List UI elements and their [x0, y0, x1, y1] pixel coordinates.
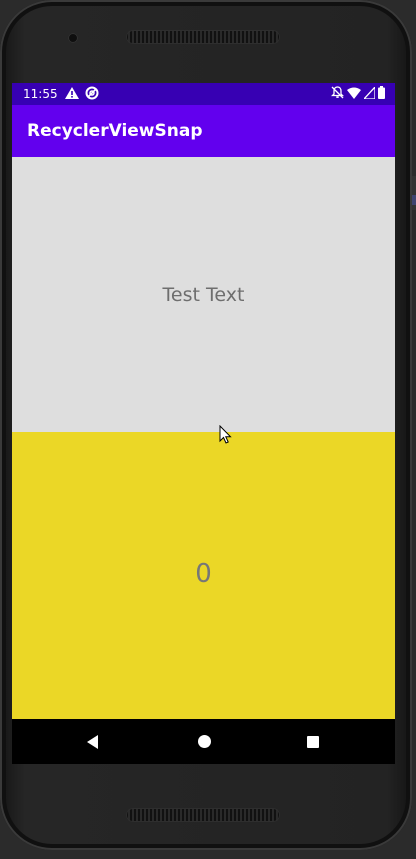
recents-button[interactable]: [283, 719, 343, 764]
wifi-icon: [347, 87, 361, 102]
app-bar: RecyclerViewSnap: [12, 105, 395, 157]
back-button[interactable]: [62, 719, 122, 764]
app-title: RecyclerViewSnap: [27, 121, 203, 141]
mouse-cursor-icon: [219, 424, 233, 445]
list-item[interactable]: Test Text: [12, 157, 395, 432]
phone-frame: 11:55 RecyclerViewSnap Test Text 0: [0, 0, 412, 850]
top-speaker-grille: [126, 30, 280, 44]
navigation-bar: [12, 719, 395, 764]
list-item[interactable]: 0: [12, 432, 395, 719]
signal-icon: [362, 84, 376, 102]
status-bar: 11:55: [12, 83, 395, 105]
list-item-text: Test Text: [162, 284, 245, 306]
home-icon: [197, 735, 211, 748]
battery-icon: [378, 86, 385, 102]
status-left-icons: [65, 86, 99, 103]
bottom-speaker-grille: [126, 808, 280, 822]
device-screen: 11:55 RecyclerViewSnap Test Text 0: [12, 83, 395, 764]
back-icon: [86, 734, 98, 749]
status-right-icons: [330, 84, 385, 102]
emulator-side-accent: [412, 195, 416, 205]
warning-icon: [65, 87, 79, 102]
notifications-off-icon: [330, 86, 345, 102]
emulator-stage: 11:55 RecyclerViewSnap Test Text 0: [0, 0, 416, 859]
status-time: 11:55: [23, 87, 58, 101]
home-button[interactable]: [174, 719, 234, 764]
list-item-counter: 0: [195, 559, 212, 589]
sync-icon: [85, 86, 99, 103]
front-camera: [68, 33, 78, 43]
recents-icon: [307, 735, 319, 748]
